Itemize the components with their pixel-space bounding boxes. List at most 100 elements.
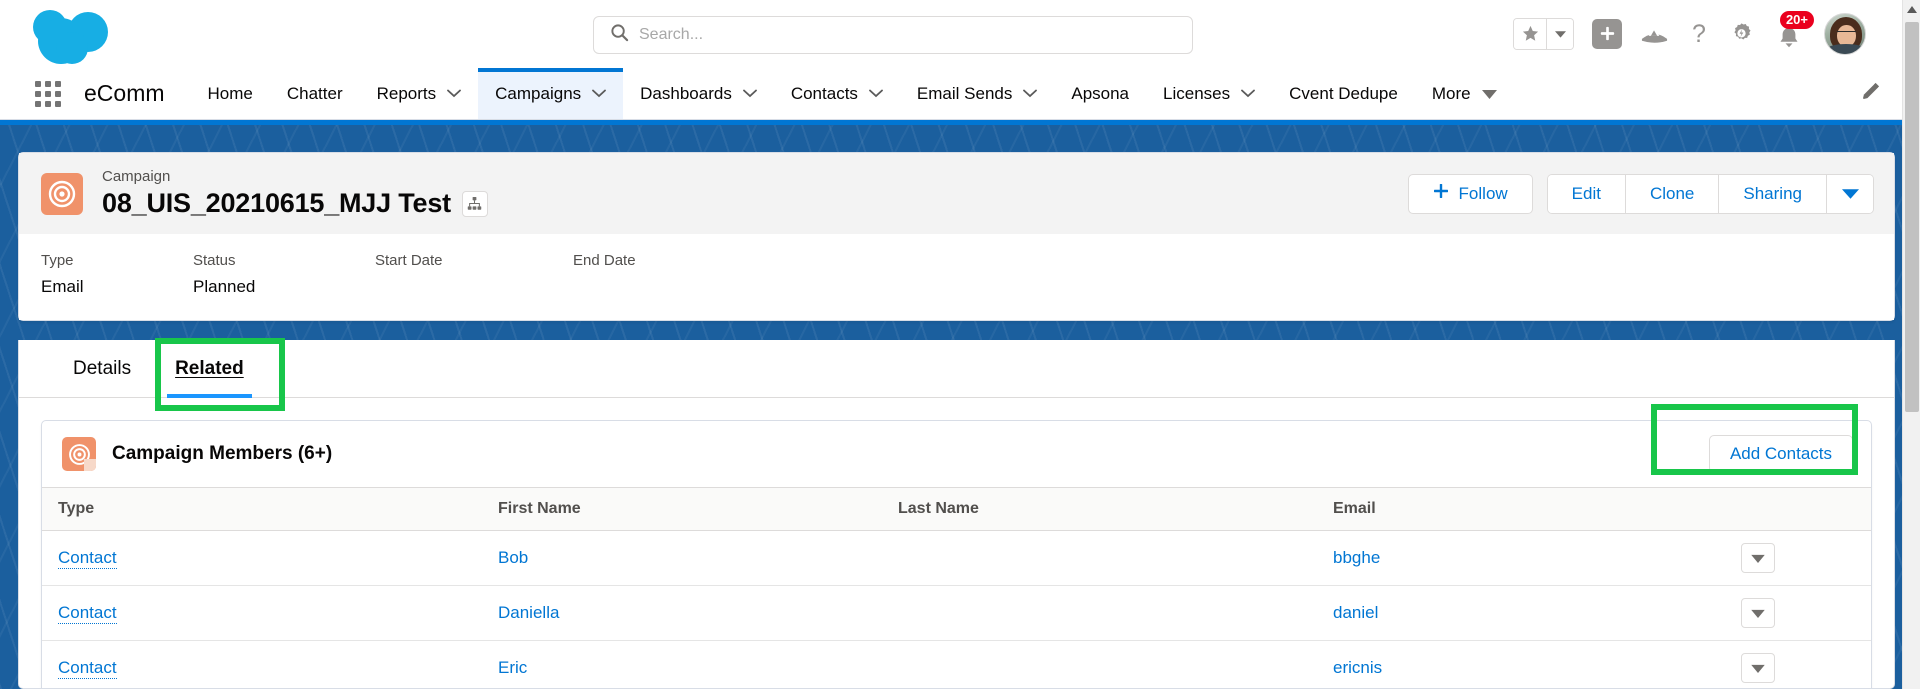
email-link[interactable]: ericnis <box>1333 658 1382 677</box>
vertical-scrollbar[interactable] <box>1902 0 1920 689</box>
nav-item-label: Email Sends <box>916 83 1013 103</box>
nav-item-campaigns[interactable]: Campaigns <box>478 68 624 119</box>
field-label: Start Date <box>375 252 443 269</box>
email-link[interactable]: bbghe <box>1333 548 1380 567</box>
star-icon[interactable] <box>1514 18 1546 49</box>
page-top-stripe <box>0 120 1920 125</box>
notifications-button[interactable]: 20+ <box>1772 10 1814 51</box>
first-name-link[interactable]: Bob <box>498 548 528 567</box>
search-icon <box>610 23 629 47</box>
record-title-block: Campaign 08_UIS_20210615_MJJ Test <box>83 167 488 220</box>
field-label: Type <box>41 252 74 269</box>
chevron-down-icon <box>592 89 607 98</box>
chevron-down-icon <box>1023 89 1038 98</box>
record-field-type: Type Email <box>41 250 193 300</box>
cell-row-actions <box>1697 585 1871 641</box>
related-list-header: Campaign Members (6+) Add Contacts <box>42 421 1871 487</box>
tab-details[interactable]: Details <box>51 340 153 397</box>
record-button-group: Edit Clone Sharing <box>1546 173 1874 214</box>
cell-email: ericnis <box>1317 640 1697 688</box>
contact-type-link[interactable]: Contact <box>58 658 117 679</box>
avatar[interactable] <box>1824 12 1866 55</box>
cell-type: Contact <box>42 585 482 641</box>
favorites-group[interactable] <box>1513 17 1574 50</box>
nav-item-cvent-dedupe[interactable]: Cvent Dedupe <box>1272 68 1415 119</box>
app-launcher-icon[interactable] <box>26 68 70 119</box>
record-action-buttons: Follow Edit Clone Sharing <box>1407 173 1874 214</box>
email-link[interactable]: daniel <box>1333 603 1378 622</box>
edit-button[interactable]: Edit <box>1547 174 1625 213</box>
scrollbar-thumb[interactable] <box>1905 22 1919 412</box>
ascent-mountain-icon[interactable] <box>1640 22 1669 46</box>
clone-button[interactable]: Clone <box>1625 174 1719 213</box>
contact-type-link[interactable]: Contact <box>58 603 117 624</box>
column-header-type[interactable]: Type <box>42 487 482 531</box>
search-box[interactable] <box>593 16 1193 54</box>
pencil-icon <box>1860 80 1882 107</box>
column-header-actions <box>1697 487 1871 531</box>
row-actions-chevron-down-icon[interactable] <box>1741 598 1775 628</box>
nav-item-list: Home Chatter Reports Campaigns Dashboard… <box>191 68 1514 119</box>
nav-item-chatter[interactable]: Chatter <box>270 68 360 119</box>
record-header-top: Campaign 08_UIS_20210615_MJJ Test Follow… <box>19 153 1894 234</box>
cell-row-actions <box>1697 530 1871 586</box>
column-header-email[interactable]: Email <box>1317 487 1697 531</box>
record-field-summary: Type Email Status Planned Start Date End… <box>19 234 1894 320</box>
add-contacts-button[interactable]: Add Contacts <box>1708 435 1853 473</box>
field-label: Status <box>193 252 236 269</box>
chevron-down-icon <box>742 89 757 98</box>
page-title: 08_UIS_20210615_MJJ Test <box>102 188 451 218</box>
cell-first-name: Bob <box>482 530 882 586</box>
row-actions-chevron-down-icon[interactable] <box>1741 653 1775 683</box>
setup-gear-icon[interactable] <box>1729 21 1754 46</box>
row-actions-chevron-down-icon[interactable] <box>1741 543 1775 573</box>
triangle-up-icon[interactable] <box>1903 0 1920 18</box>
add-button[interactable] <box>1592 18 1622 49</box>
record-field-end-date: End Date <box>573 250 773 300</box>
record-more-actions-chevron-down-icon[interactable] <box>1827 174 1873 213</box>
favorites-chevron-down-icon[interactable] <box>1547 18 1573 49</box>
table-row: Contact Eric ericnis <box>42 640 1871 688</box>
cell-last-name <box>882 585 1317 641</box>
help-question-mark-icon[interactable]: ? <box>1687 21 1711 47</box>
nav-item-dashboards[interactable]: Dashboards <box>623 68 774 119</box>
app-name[interactable]: eComm <box>70 68 191 119</box>
table-header-row: Type First Name Last Name Email <box>42 487 1871 531</box>
first-name-link[interactable]: Daniella <box>498 603 559 622</box>
sharing-button[interactable]: Sharing <box>1719 174 1826 213</box>
cell-email: daniel <box>1317 585 1697 641</box>
nav-item-label: Cvent Dedupe <box>1289 83 1398 103</box>
nav-item-home[interactable]: Home <box>191 68 270 119</box>
nav-item-email-sends[interactable]: Email Sends <box>900 68 1054 119</box>
nav-item-reports[interactable]: Reports <box>360 68 479 119</box>
nav-item-more[interactable]: More <box>1415 68 1514 119</box>
record-tabs: Details Related <box>19 340 1894 398</box>
column-header-first-name[interactable]: First Name <box>482 487 882 531</box>
cell-last-name <box>882 640 1317 688</box>
cell-email: bbghe <box>1317 530 1697 586</box>
column-header-last-name[interactable]: Last Name <box>882 487 1317 531</box>
nav-item-label: More <box>1431 83 1471 103</box>
nav-item-apsona[interactable]: Apsona <box>1054 68 1146 119</box>
hierarchy-icon[interactable] <box>461 190 488 217</box>
cell-type: Contact <box>42 530 482 586</box>
global-search[interactable] <box>593 16 1193 54</box>
nav-item-label: Reports <box>376 83 437 103</box>
plus-icon <box>1592 18 1622 49</box>
chevron-down-icon <box>447 89 462 98</box>
field-value: Planned <box>193 277 256 296</box>
first-name-link[interactable]: Eric <box>498 658 527 677</box>
search-input[interactable] <box>629 26 1192 44</box>
follow-button-label: Follow <box>1458 183 1508 203</box>
cell-last-name <box>882 530 1317 586</box>
tab-related[interactable]: Related <box>153 340 266 398</box>
salesforce-cloud-logo[interactable] <box>32 4 118 64</box>
cell-row-actions <box>1697 640 1871 688</box>
contact-type-link[interactable]: Contact <box>58 548 117 569</box>
follow-button[interactable]: Follow <box>1407 173 1533 214</box>
record-header: Campaign 08_UIS_20210615_MJJ Test Follow… <box>18 152 1895 321</box>
table-row: Contact Bob bbghe <box>42 530 1871 586</box>
cell-type: Contact <box>42 640 482 688</box>
nav-item-licenses[interactable]: Licenses <box>1146 68 1272 119</box>
nav-item-contacts[interactable]: Contacts <box>774 68 900 119</box>
